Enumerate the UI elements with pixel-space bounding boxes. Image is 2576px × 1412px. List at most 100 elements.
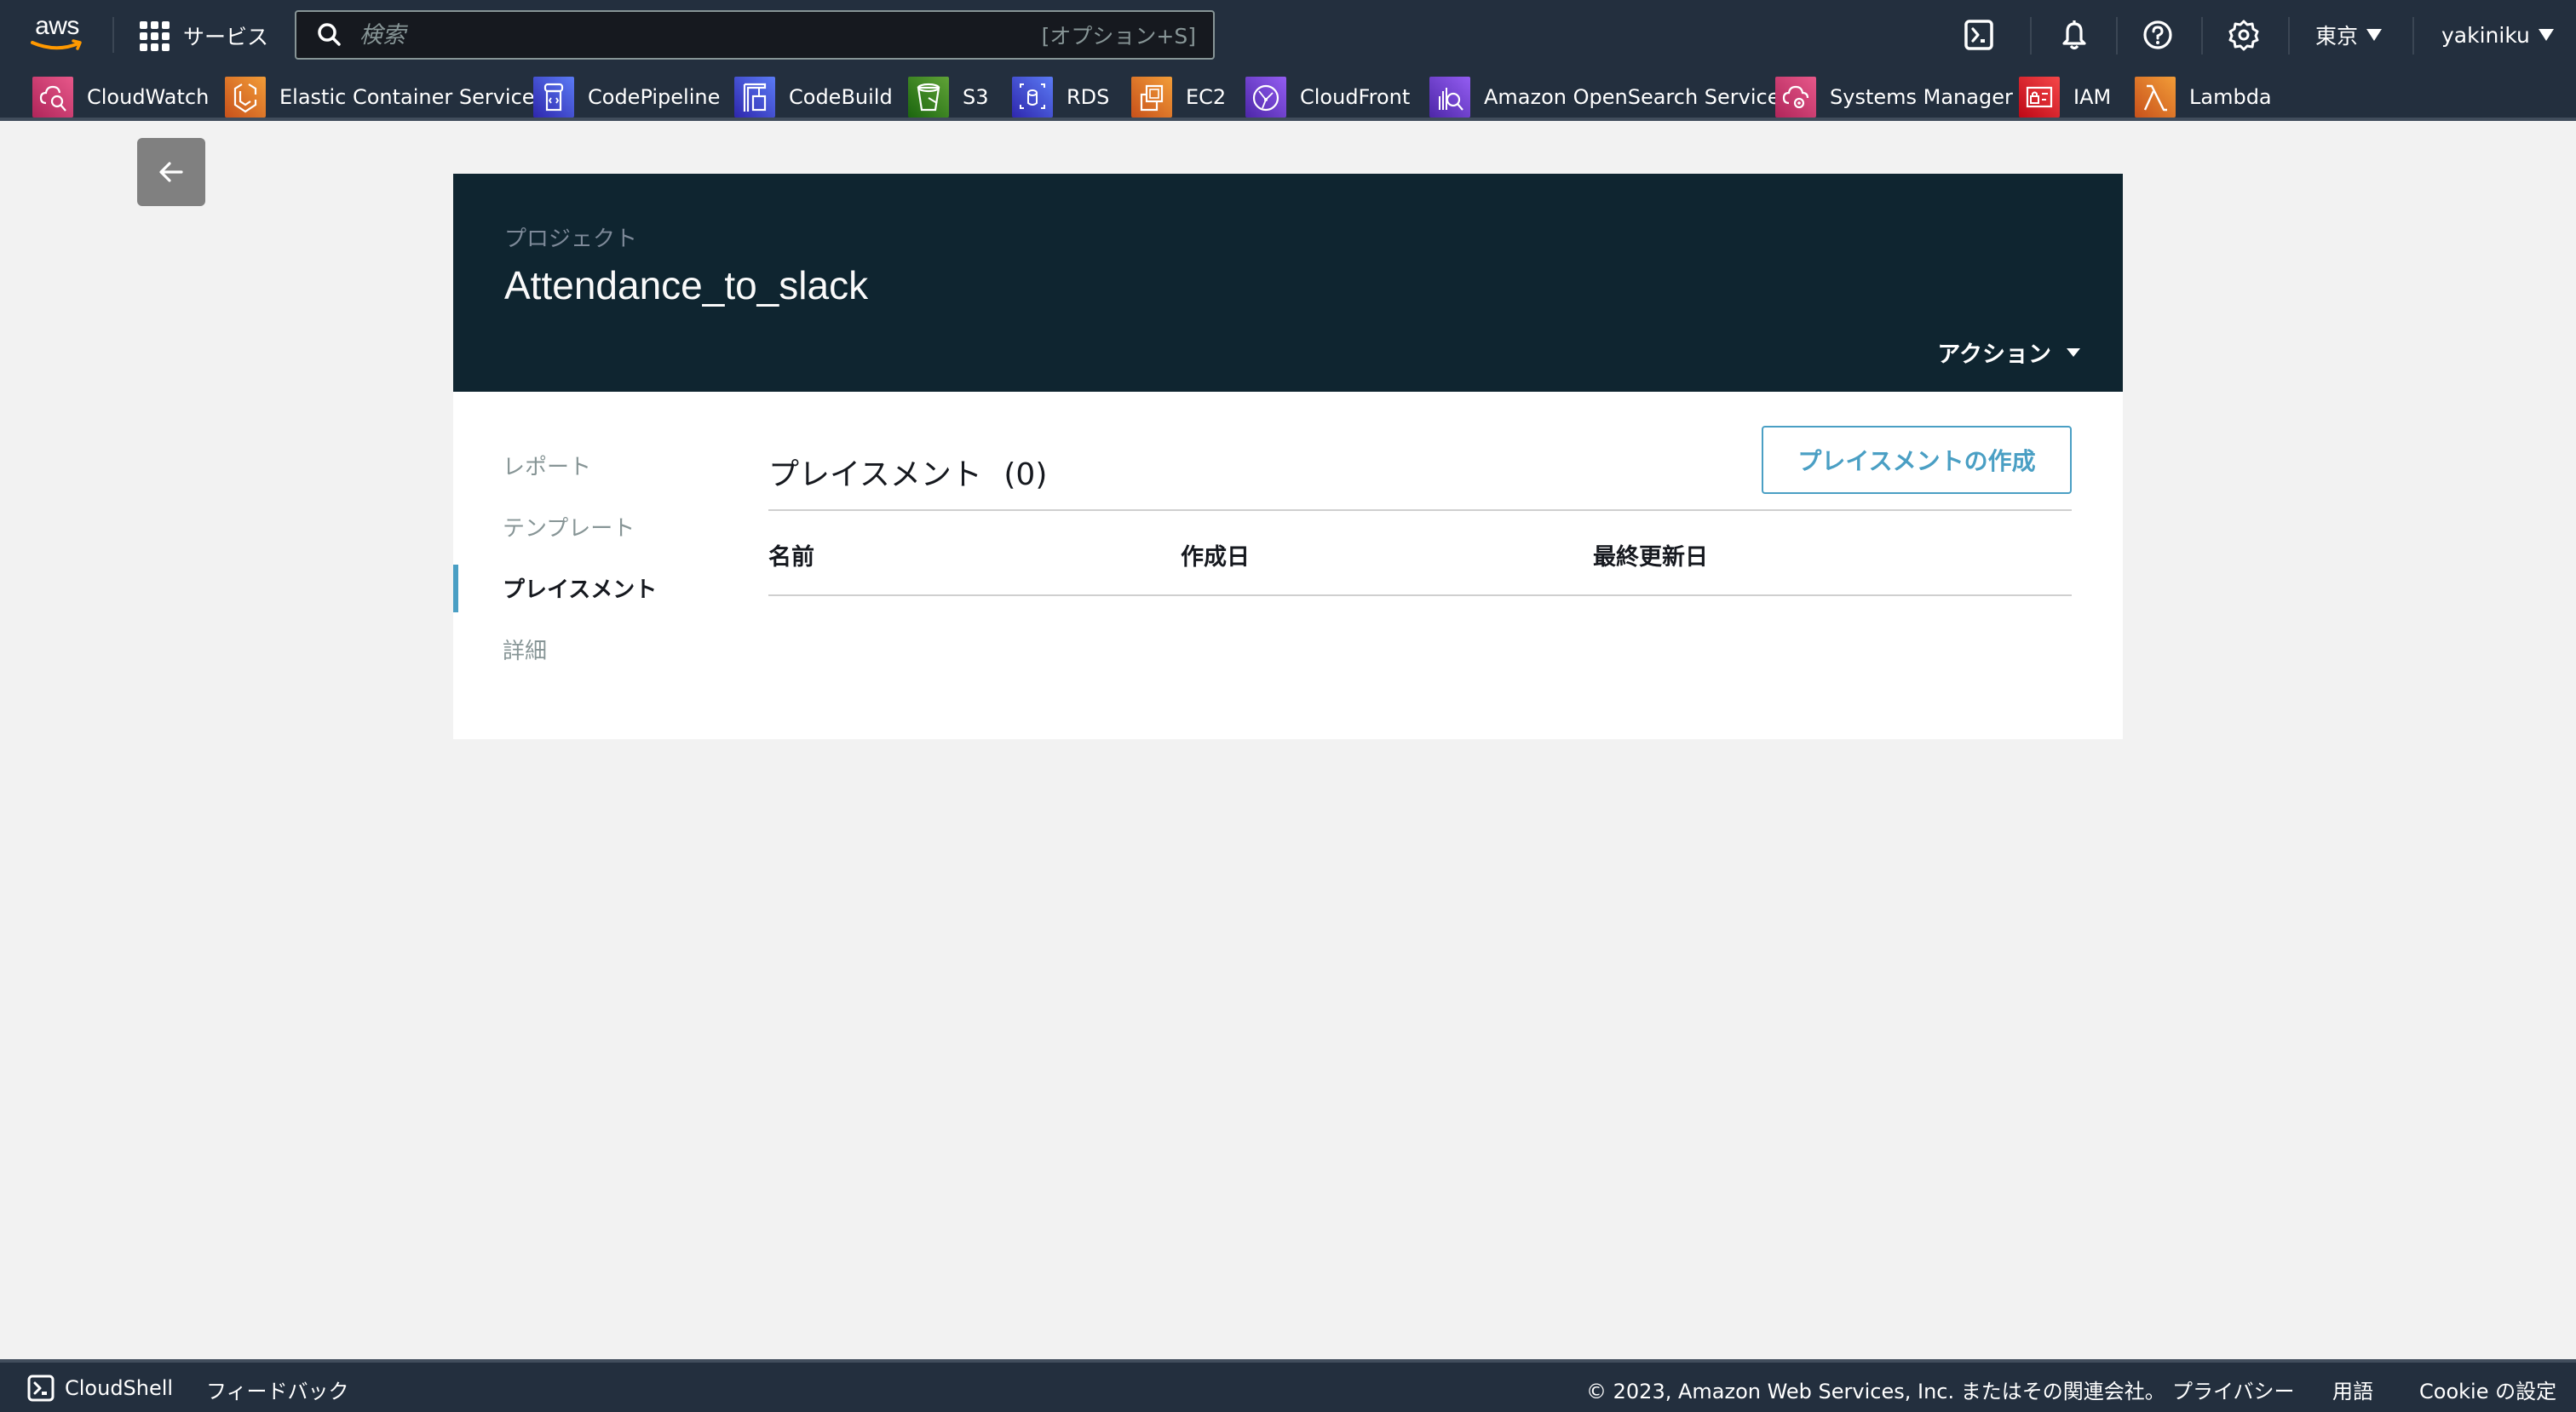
terms-link[interactable]: 用語 bbox=[2332, 1375, 2373, 1404]
services-label: サービス bbox=[183, 25, 269, 49]
favorite-elastic-container-service[interactable]: Elastic Container Service bbox=[225, 77, 535, 118]
cloudshell-button[interactable] bbox=[1958, 15, 2000, 55]
favorite-label: CloudWatch bbox=[87, 85, 210, 109]
project-content-panel: レポート テンプレート プレイスメント 詳細 プレイスメント (0) プレイスメ… bbox=[453, 392, 2123, 739]
help-button[interactable] bbox=[2136, 15, 2179, 55]
favorite-label: RDS bbox=[1067, 85, 1110, 109]
sidenav-item-label: テンプレート bbox=[503, 515, 635, 542]
aws-smile-icon bbox=[31, 39, 82, 50]
iam-icon bbox=[2019, 77, 2060, 118]
region-selector[interactable]: 東京 bbox=[2315, 15, 2383, 55]
settings-icon bbox=[2228, 20, 2259, 51]
favorite-label: IAM bbox=[2073, 85, 2112, 109]
project-side-navigation: レポート テンプレート プレイスメント 詳細 bbox=[453, 434, 709, 680]
placements-count: (0) bbox=[1003, 457, 1048, 492]
services-menu-button[interactable]: サービス bbox=[140, 19, 268, 53]
cloudshell-icon bbox=[1964, 20, 1993, 50]
favorite-label: CodeBuild bbox=[789, 85, 893, 109]
favorite-label: CodePipeline bbox=[588, 85, 721, 109]
back-button[interactable] bbox=[137, 138, 205, 206]
column-header-last-updated[interactable]: 最終更新日 bbox=[1593, 538, 1708, 571]
cloudwatch-icon bbox=[32, 77, 73, 118]
aws-logo-text: aws bbox=[35, 12, 79, 40]
favorite-s3[interactable]: S3 bbox=[908, 77, 989, 118]
placements-title: プレイスメント bbox=[768, 457, 982, 492]
lambda-icon bbox=[2135, 77, 2176, 118]
column-header-name[interactable]: 名前 bbox=[768, 538, 814, 571]
settings-button[interactable] bbox=[2222, 15, 2266, 55]
copyright-label: © 2023, Amazon Web Services, Inc. またはその関… bbox=[1586, 1380, 2165, 1403]
favorite-cloudfront[interactable]: CloudFront bbox=[1245, 77, 1410, 118]
favorite-ec2[interactable]: EC2 bbox=[1131, 77, 1226, 118]
nav-divider bbox=[2201, 17, 2203, 55]
sidenav-item-details[interactable]: 詳細 bbox=[453, 618, 709, 680]
rds-icon bbox=[1012, 77, 1053, 118]
systems-manager-icon bbox=[1775, 77, 1816, 118]
favorite-label: Lambda bbox=[2189, 85, 2272, 109]
privacy-label: プライバシー bbox=[2172, 1380, 2295, 1403]
placements-heading: プレイスメント (0) bbox=[768, 450, 1047, 494]
sidenav-item-label: レポート bbox=[503, 454, 592, 480]
caret-down-icon bbox=[2538, 29, 2554, 41]
top-navigation: aws サービス [オプション+S] bbox=[0, 0, 2576, 70]
ec2-icon bbox=[1131, 77, 1172, 118]
favorite-codepipeline[interactable]: CodePipeline bbox=[533, 77, 720, 118]
username-label: yakiniku bbox=[2441, 22, 2530, 48]
project-title: Attendance_to_slack bbox=[504, 263, 869, 307]
copyright-text: © 2023, Amazon Web Services, Inc. またはその関… bbox=[1586, 1375, 2165, 1404]
privacy-link[interactable]: プライバシー bbox=[2172, 1375, 2295, 1404]
favorite-amazon-opensearch-service[interactable]: Amazon OpenSearch Service bbox=[1429, 77, 1780, 118]
table-header-row: 名前 作成日 最終更新日 bbox=[768, 509, 2072, 596]
cloudfront-icon bbox=[1245, 77, 1286, 118]
account-menu[interactable]: yakiniku bbox=[2441, 15, 2554, 55]
region-label: 東京 bbox=[2315, 24, 2359, 49]
feedback-label: フィードバック bbox=[206, 1380, 349, 1403]
sidenav-item-label: 詳細 bbox=[503, 638, 548, 664]
cloudshell-label: CloudShell bbox=[65, 1376, 174, 1400]
opensearch-icon bbox=[1429, 77, 1470, 118]
terms-label: 用語 bbox=[2332, 1380, 2373, 1403]
favorites-bar: CloudWatch Elastic Container Service CodeP… bbox=[0, 70, 2576, 121]
grid-menu-icon bbox=[140, 20, 170, 51]
favorite-label: CloudFront bbox=[1300, 85, 1411, 109]
search-bar[interactable]: [オプション+S] bbox=[295, 10, 1215, 60]
favorite-lambda[interactable]: Lambda bbox=[2135, 77, 2272, 118]
actions-dropdown[interactable]: アクション bbox=[1937, 336, 2080, 369]
create-placement-button[interactable]: プレイスメントの作成 bbox=[1762, 426, 2072, 494]
sidenav-item-placements[interactable]: プレイスメント bbox=[453, 557, 709, 618]
actions-label: アクション bbox=[1937, 342, 2051, 368]
cookie-preferences-link[interactable]: Cookie の設定 bbox=[2419, 1375, 2556, 1404]
favorite-label: Systems Manager bbox=[1830, 85, 2013, 109]
sidenav-item-templates[interactable]: テンプレート bbox=[453, 496, 709, 557]
console-footer: CloudShell フィードバック © 2023, Amazon Web Se… bbox=[0, 1359, 2576, 1412]
favorite-systems-manager[interactable]: Systems Manager bbox=[1775, 77, 2013, 118]
search-icon bbox=[318, 23, 341, 46]
favorite-label: EC2 bbox=[1186, 85, 1227, 109]
ecs-icon bbox=[225, 77, 266, 118]
favorite-codebuild[interactable]: CodeBuild bbox=[734, 77, 893, 118]
notifications-button[interactable] bbox=[2053, 15, 2096, 55]
favorite-label: Elastic Container Service bbox=[279, 85, 535, 109]
caret-down-icon bbox=[2366, 29, 2383, 41]
aws-logo[interactable]: aws bbox=[29, 12, 85, 55]
feedback-link[interactable]: フィードバック bbox=[206, 1375, 349, 1404]
nav-divider bbox=[2288, 17, 2290, 55]
s3-icon bbox=[908, 77, 949, 118]
cloudshell-footer-button[interactable]: CloudShell bbox=[27, 1375, 173, 1402]
sidenav-item-reports[interactable]: レポート bbox=[453, 434, 709, 496]
nav-divider bbox=[2030, 17, 2032, 55]
nav-divider bbox=[112, 17, 114, 53]
favorite-cloudwatch[interactable]: CloudWatch bbox=[32, 77, 209, 118]
cloudshell-icon bbox=[27, 1375, 55, 1402]
nav-divider bbox=[2412, 17, 2414, 55]
search-input[interactable] bbox=[359, 21, 1042, 49]
project-header: プロジェクト Attendance_to_slack アクション bbox=[453, 174, 2123, 392]
favorite-rds[interactable]: RDS bbox=[1012, 77, 1109, 118]
caret-down-icon bbox=[2067, 347, 2080, 357]
column-header-created[interactable]: 作成日 bbox=[1181, 538, 1250, 571]
placements-table: 名前 作成日 最終更新日 bbox=[768, 509, 2072, 596]
nav-divider bbox=[2116, 17, 2118, 55]
favorite-iam[interactable]: IAM bbox=[2019, 77, 2111, 118]
help-icon bbox=[2143, 20, 2172, 49]
favorite-label: Amazon OpenSearch Service bbox=[1484, 85, 1780, 109]
